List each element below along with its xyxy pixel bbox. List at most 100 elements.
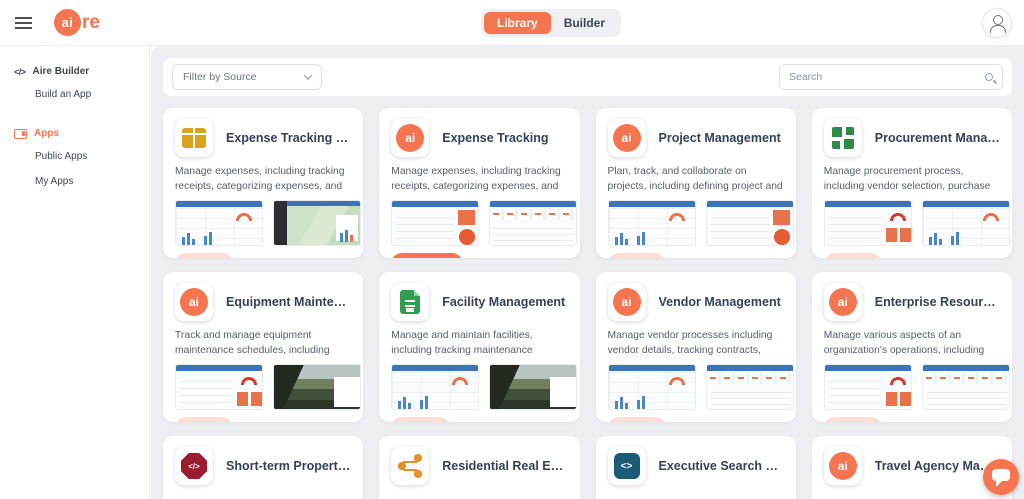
builder-button[interactable]: Builder <box>175 253 233 258</box>
builder-button[interactable]: Builder <box>391 253 462 258</box>
aire-logo-icon: ai <box>175 283 213 321</box>
card-description <box>608 493 784 499</box>
card-title: Equipment Maintenance <box>226 295 351 309</box>
sidebar-item-apps[interactable]: Apps <box>0 122 149 145</box>
card-header: ai Expense Tracking <box>391 117 567 159</box>
sidebar-item-public-apps[interactable]: Public Apps <box>0 145 149 168</box>
card-title: Project Management <box>659 131 781 145</box>
card-header: ai Travel Agency Management <box>824 445 1000 487</box>
dashboard-thumbnail <box>175 200 263 246</box>
aire-logo-icon: ai <box>824 283 862 321</box>
card-title: Procurement Management <box>875 131 1000 145</box>
search-input[interactable] <box>789 71 985 83</box>
search-icon[interactable] <box>985 73 993 81</box>
card-title: Facility Management <box>442 295 565 309</box>
map-thumbnail <box>273 200 361 246</box>
apps-icon <box>14 129 27 139</box>
sidebar-item-build-an-app[interactable]: Build an App <box>0 83 149 106</box>
gauge-thumbnail <box>824 200 912 246</box>
app-card[interactable]: <> Executive Search Manageme... <box>596 436 796 499</box>
sidebar-item-label: Aire Builder <box>33 66 90 77</box>
sidebar: </> Aire Builder Build an App Apps Publi… <box>0 46 150 499</box>
builder-button[interactable]: Builder <box>608 417 666 422</box>
view-tab-group: Library Builder <box>481 9 621 37</box>
card-description <box>391 493 567 499</box>
aire-logo-icon: ai <box>824 447 862 485</box>
hamburger-menu-icon[interactable] <box>15 17 32 29</box>
app-card[interactable]: Facility Management Manage and maintain … <box>379 272 579 422</box>
chat-widget-button[interactable] <box>983 459 1019 495</box>
aire-logo-icon: ai <box>608 119 646 157</box>
app-card[interactable]: Residential Real Estate Agenc... <box>379 436 579 499</box>
card-title: Vendor Management <box>659 295 781 309</box>
card-header: ai Vendor Management <box>608 281 784 323</box>
sidebar-item-aire-builder[interactable]: </> Aire Builder <box>0 60 149 83</box>
card-header: ai Enterprise Resource Planning <box>824 281 1000 323</box>
builder-button[interactable]: Builder <box>824 417 882 422</box>
user-avatar[interactable] <box>982 8 1012 38</box>
gauge-thumbnail <box>175 364 263 410</box>
card-header: </> Short-term Property Rental M... <box>175 445 351 487</box>
code-icon: </> <box>14 67 26 77</box>
app-card[interactable]: ai Enterprise Resource Planning Manage v… <box>812 272 1012 422</box>
card-description: Manage and maintain facilities, includin… <box>391 329 567 359</box>
photo-thumbnail <box>489 364 577 410</box>
app-cards-grid: Expense Tracking (Clone) Manage expenses… <box>163 108 1012 499</box>
metric-cards-thumbnail <box>922 364 1010 410</box>
metric-cards-thumbnail <box>706 364 794 410</box>
card-header: Residential Real Estate Agenc... <box>391 445 567 487</box>
dashboard-thumbnail <box>608 200 696 246</box>
dashboard-thumbnail <box>922 200 1010 246</box>
dashboard-thumbnail <box>391 364 479 410</box>
photo-thumbnail <box>273 364 361 410</box>
filter-by-source-select[interactable]: Filter by Source <box>172 64 322 90</box>
app-card[interactable]: ai Expense Tracking Manage expenses, inc… <box>379 108 579 258</box>
builder-button[interactable]: Builder <box>608 253 666 258</box>
app-card[interactable]: ai Project Management Plan, track, and c… <box>596 108 796 258</box>
card-description: Manage vendor processes including vendor… <box>608 329 784 359</box>
teal-code-icon: <> <box>608 447 646 485</box>
green-grid-icon <box>824 119 862 157</box>
builder-button[interactable]: Builder <box>391 417 449 422</box>
aire-logo-icon: ai <box>608 283 646 321</box>
metric-cards-thumbnail <box>489 200 577 246</box>
search-box <box>779 64 1003 90</box>
app-card[interactable]: </> Short-term Property Rental M... <box>163 436 363 499</box>
table-thumbnail <box>391 200 479 246</box>
aire-logo-text: re <box>82 12 100 34</box>
app-card[interactable]: ai Travel Agency Management <box>812 436 1012 499</box>
app-card[interactable]: ai Vendor Management Manage vendor proce… <box>596 272 796 422</box>
tab-library[interactable]: Library <box>484 12 551 34</box>
card-title: Expense Tracking (Clone) <box>226 131 351 145</box>
gauge-thumbnail <box>824 364 912 410</box>
chevron-down-icon <box>304 71 312 79</box>
card-thumbnails <box>391 364 567 410</box>
tab-builder[interactable]: Builder <box>551 12 618 34</box>
card-description: Track and manage equipment maintenance s… <box>175 329 351 359</box>
card-title: Expense Tracking <box>442 131 548 145</box>
card-thumbnails <box>608 364 784 410</box>
builder-button[interactable]: Builder <box>824 253 882 258</box>
sidebar-spacer <box>0 108 149 122</box>
sidebar-item-label: Build an App <box>35 89 91 100</box>
builder-button[interactable]: Builder <box>175 417 233 422</box>
card-description: Plan, track, and collaborate on projects… <box>608 165 784 195</box>
green-sheet-icon <box>391 283 429 321</box>
sidebar-item-my-apps[interactable]: My Apps <box>0 170 149 193</box>
app-card[interactable]: Expense Tracking (Clone) Manage expenses… <box>163 108 363 258</box>
table-thumbnail <box>706 200 794 246</box>
gold-table-icon <box>175 119 213 157</box>
dashboard-thumbnail <box>608 364 696 410</box>
card-header: Procurement Management <box>824 117 1000 159</box>
sidebar-item-label: Apps <box>34 128 59 139</box>
card-thumbnails <box>175 364 351 410</box>
card-description <box>175 493 351 499</box>
red-gear-icon: </> <box>175 447 213 485</box>
aire-logo[interactable]: ai re <box>54 9 100 36</box>
card-header: Expense Tracking (Clone) <box>175 117 351 159</box>
app-card[interactable]: Procurement Management Manage procuremen… <box>812 108 1012 258</box>
app-card[interactable]: ai Equipment Maintenance Track and manag… <box>163 272 363 422</box>
card-description: Manage expenses, including tracking rece… <box>391 165 567 195</box>
card-title: Short-term Property Rental M... <box>226 459 351 473</box>
card-thumbnails <box>824 364 1000 410</box>
